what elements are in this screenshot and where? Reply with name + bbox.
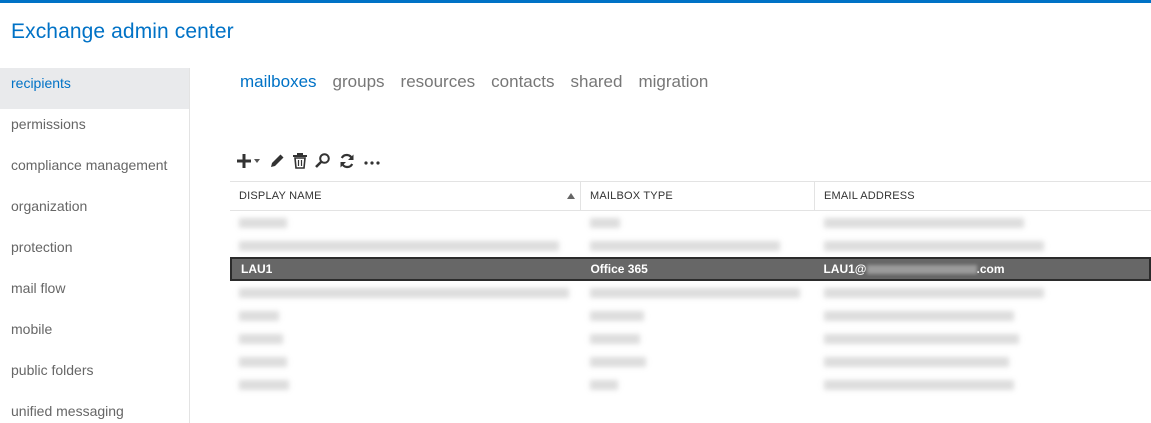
redacted-cell (230, 239, 581, 253)
redacted-cell (815, 309, 1151, 323)
more-button[interactable] (362, 151, 382, 171)
redacted-cell (230, 378, 581, 392)
tab-groups[interactable]: groups (333, 72, 385, 92)
search-button[interactable] (314, 151, 332, 171)
redacted-cell (581, 239, 815, 253)
table-row[interactable] (230, 373, 1151, 396)
sidebar-item-unified-messaging[interactable]: unified messaging (0, 396, 189, 423)
cell-email-address: LAU1@ .com (814, 262, 1149, 276)
redacted-cell (815, 332, 1151, 346)
tab-resources[interactable]: resources (401, 72, 476, 92)
tab-shared[interactable]: shared (570, 72, 622, 92)
sidebar-item-organization[interactable]: organization (0, 191, 189, 232)
tab-contacts[interactable]: contacts (491, 72, 554, 92)
redacted-cell (581, 355, 815, 369)
delete-button[interactable] (292, 151, 308, 171)
redacted-cell (230, 332, 581, 346)
app-title: Exchange admin center (11, 20, 234, 43)
redacted-cell (230, 355, 581, 369)
column-header-label: EMAIL ADDRESS (824, 190, 915, 202)
more-icon (364, 161, 380, 165)
add-button[interactable] (236, 151, 262, 171)
tab-mailboxes[interactable]: mailboxes (240, 72, 317, 92)
grid-header: DISPLAY NAME MAILBOX TYPE EMAIL ADDRESS (230, 181, 1151, 211)
table-row[interactable] (230, 281, 1151, 304)
email-suffix: .com (976, 262, 1005, 276)
delete-icon (293, 153, 307, 169)
sidebar-item-mail-flow[interactable]: mail flow (0, 273, 189, 314)
redacted-cell (581, 309, 815, 323)
tab-migration[interactable]: migration (638, 72, 708, 92)
cell-mailbox-type: Office 365 (590, 262, 648, 276)
tab-bar: mailboxes groups resources contacts shar… (240, 72, 724, 92)
column-header-label: DISPLAY NAME (239, 190, 322, 202)
sort-ascending-icon (567, 193, 575, 199)
table-row[interactable] (230, 211, 1151, 234)
grid-rows: LAU1 Office 365 LAU1@ .com (230, 211, 1151, 396)
redacted-cell (581, 216, 815, 230)
redacted-cell (230, 309, 581, 323)
redacted-cell (230, 286, 581, 300)
table-row[interactable] (230, 327, 1151, 350)
column-header-label: MAILBOX TYPE (590, 190, 673, 202)
refresh-icon (340, 153, 354, 169)
sidebar-item-compliance-management[interactable]: compliance management (0, 150, 189, 191)
redacted-cell (815, 286, 1151, 300)
top-accent-bar (0, 0, 1151, 3)
sidebar-item-permissions[interactable]: permissions (0, 109, 189, 150)
edit-icon (271, 154, 284, 167)
sidebar-item-protection[interactable]: protection (0, 232, 189, 273)
column-header-display-name[interactable]: DISPLAY NAME (230, 182, 581, 211)
sidebar: recipients permissions compliance manage… (0, 68, 190, 423)
column-header-email-address[interactable]: EMAIL ADDRESS (815, 182, 1151, 211)
table-row[interactable] (230, 234, 1151, 257)
redacted-cell (230, 216, 581, 230)
cell-display-name: LAU1 (241, 262, 273, 276)
email-prefix: LAU1@ (823, 262, 867, 276)
mailbox-grid: DISPLAY NAME MAILBOX TYPE EMAIL ADDRESS … (230, 181, 1151, 396)
redacted-cell (581, 378, 815, 392)
redacted-cell (581, 332, 815, 346)
redacted-cell (581, 286, 815, 300)
refresh-button[interactable] (338, 151, 356, 171)
redacted-domain (866, 265, 977, 275)
column-header-mailbox-type[interactable]: MAILBOX TYPE (581, 182, 815, 211)
sidebar-item-public-folders[interactable]: public folders (0, 355, 189, 396)
sidebar-item-mobile[interactable]: mobile (0, 314, 189, 355)
table-row[interactable] (230, 304, 1151, 327)
search-icon (315, 153, 330, 168)
redacted-cell (815, 216, 1151, 230)
toolbar (236, 150, 388, 172)
sidebar-item-recipients[interactable]: recipients (0, 68, 189, 109)
edit-button[interactable] (268, 151, 286, 171)
redacted-cell (815, 239, 1151, 253)
add-icon (237, 154, 260, 168)
table-row[interactable] (230, 350, 1151, 373)
redacted-cell (815, 378, 1151, 392)
table-row-selected[interactable]: LAU1 Office 365 LAU1@ .com (230, 257, 1151, 281)
redacted-cell (815, 355, 1151, 369)
